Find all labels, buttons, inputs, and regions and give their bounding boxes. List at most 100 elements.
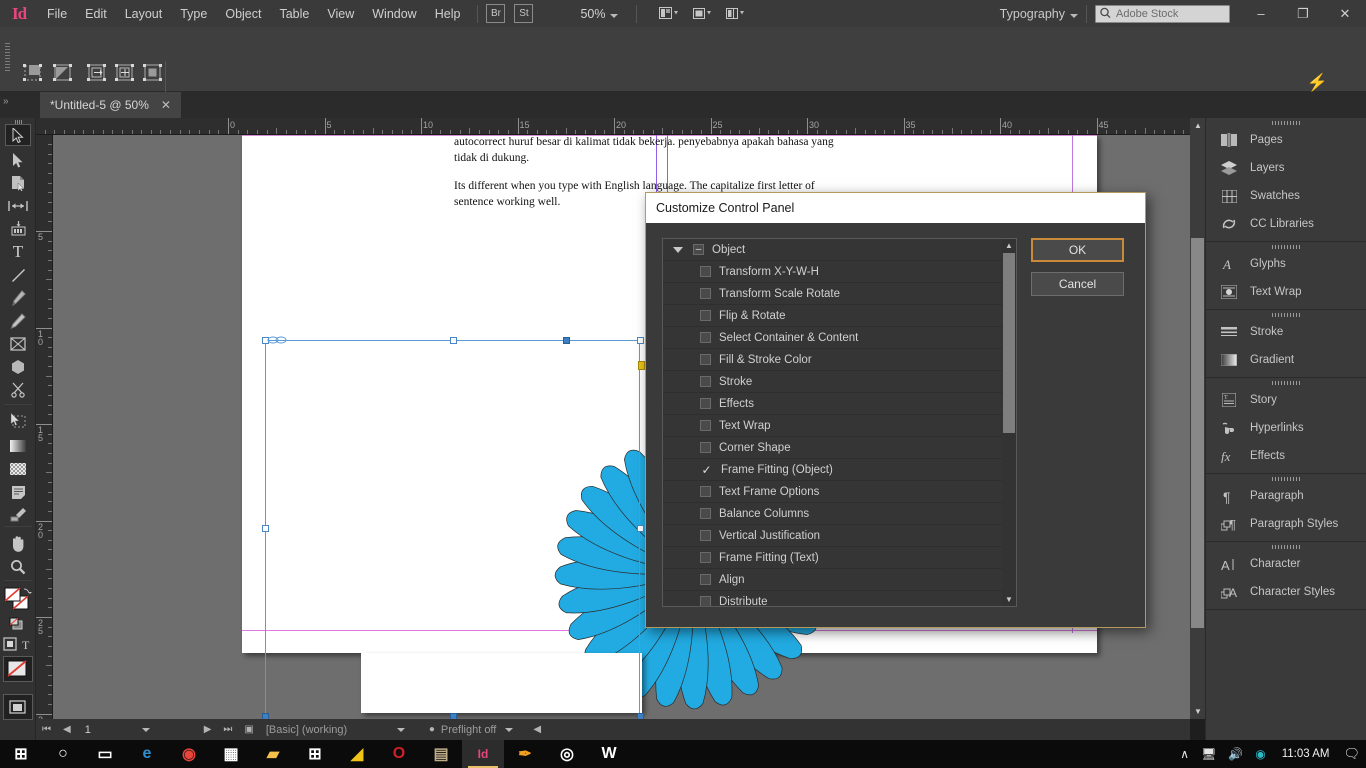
vertical-ruler[interactable]: 51015202530: [36, 135, 53, 719]
adobe-stock-search[interactable]: Adobe Stock: [1095, 4, 1230, 23]
screen-mode-normal[interactable]: [3, 694, 33, 720]
rectangle-frame-tool[interactable]: [5, 333, 31, 355]
opera-icon[interactable]: O: [378, 740, 420, 768]
pen-tool[interactable]: [5, 287, 31, 309]
scroll-down-arrow[interactable]: ▼: [1194, 707, 1202, 716]
tray-chevron-icon[interactable]: ∧: [1174, 747, 1195, 761]
scissors-tool[interactable]: [5, 379, 31, 401]
restore-button[interactable]: ❐: [1282, 0, 1324, 27]
dock-item-layers[interactable]: Layers: [1206, 154, 1366, 182]
free-transform-tool[interactable]: [5, 410, 31, 432]
option-row[interactable]: Fill & Stroke Color: [663, 349, 1016, 371]
zoom-tool[interactable]: [5, 556, 31, 578]
master-page-label[interactable]: [Basic] (working): [260, 724, 392, 736]
option-checkbox[interactable]: [700, 442, 711, 453]
option-checkbox-checked[interactable]: ✓: [700, 463, 713, 477]
option-row[interactable]: Align: [663, 569, 1016, 591]
edge-tray-icon[interactable]: ◉: [1249, 747, 1271, 761]
option-checkbox[interactable]: [700, 310, 711, 321]
page-number-dropdown-icon[interactable]: [141, 727, 150, 732]
option-checkbox[interactable]: [700, 398, 711, 409]
quick-apply-icon[interactable]: ⚡: [1307, 73, 1328, 93]
first-page-icon[interactable]: ⏮: [36, 724, 57, 735]
corel-icon[interactable]: ◎: [546, 740, 588, 768]
prev-page-icon[interactable]: ◀: [57, 724, 77, 735]
dock-group-grip[interactable]: [1206, 542, 1366, 550]
option-row[interactable]: Effects: [663, 393, 1016, 415]
menu-window[interactable]: Window: [363, 3, 425, 25]
dock-item-gradient[interactable]: Gradient: [1206, 346, 1366, 374]
dock-item-hyperlinks[interactable]: Hyperlinks: [1206, 414, 1366, 442]
control-panel-options-list[interactable]: – Object Transform X-Y-W-H Transform Scale …: [662, 238, 1017, 607]
document-tab[interactable]: *Untitled-5 @ 50% ✕: [40, 92, 181, 118]
arrange-documents-icon[interactable]: [725, 6, 745, 21]
option-row[interactable]: Vertical Justification: [663, 525, 1016, 547]
option-row[interactable]: Balance Columns: [663, 503, 1016, 525]
dock-item-paragraph-styles[interactable]: ¶ Paragraph Styles: [1206, 510, 1366, 538]
dock-item-paragraph[interactable]: ¶ Paragraph: [1206, 482, 1366, 510]
line-tool[interactable]: [5, 264, 31, 286]
gap-tool[interactable]: [5, 195, 31, 217]
option-checkbox[interactable]: [700, 332, 711, 343]
dock-group-grip[interactable]: [1206, 310, 1366, 318]
apply-none[interactable]: T: [3, 636, 33, 652]
dock-item-story[interactable]: T Story: [1206, 386, 1366, 414]
option-row[interactable]: Transform Scale Rotate: [663, 283, 1016, 305]
dock-item-stroke[interactable]: Stroke: [1206, 318, 1366, 346]
preflight-dropdown-icon[interactable]: [505, 727, 514, 732]
start-button[interactable]: ⊞: [0, 740, 42, 768]
dialog-list-scrollbar[interactable]: ▲ ▼: [1002, 239, 1016, 606]
page-tool[interactable]: [5, 172, 31, 194]
status-expand-icon[interactable]: ◀: [527, 724, 547, 735]
option-checkbox[interactable]: [700, 288, 711, 299]
microsoft-store-icon[interactable]: ⊞: [294, 740, 336, 768]
option-checkbox[interactable]: [700, 486, 711, 497]
view-options-icon[interactable]: [659, 6, 679, 21]
close-tab-icon[interactable]: ✕: [161, 98, 171, 112]
dock-item-effects[interactable]: fx Effects: [1206, 442, 1366, 470]
menu-table[interactable]: Table: [270, 3, 318, 25]
file-explorer-icon[interactable]: ▰: [252, 740, 294, 768]
chrome-icon[interactable]: ◉: [168, 740, 210, 768]
cortana-search-icon[interactable]: ○: [42, 740, 84, 768]
dock-item-character-styles[interactable]: A Character Styles: [1206, 578, 1366, 606]
dock-item-glyphs[interactable]: A Glyphs: [1206, 250, 1366, 278]
apply-none-swatch[interactable]: [3, 656, 33, 682]
cancel-button[interactable]: Cancel: [1031, 272, 1124, 296]
clock[interactable]: 11:03 AM: [1272, 748, 1340, 760]
direct-selection-tool[interactable]: [5, 149, 31, 171]
dock-group-grip[interactable]: [1206, 118, 1366, 126]
option-checkbox[interactable]: [700, 508, 711, 519]
illustrator-icon[interactable]: ✒: [504, 740, 546, 768]
hand-tool[interactable]: [5, 532, 31, 554]
gradient-feather-tool[interactable]: [5, 458, 31, 480]
option-checkbox[interactable]: [700, 574, 711, 585]
handle-top-center[interactable]: [450, 337, 457, 344]
disclosure-triangle-icon[interactable]: [673, 246, 683, 253]
menu-layout[interactable]: Layout: [116, 3, 172, 25]
option-checkbox[interactable]: [700, 266, 711, 277]
option-row[interactable]: Flip & Rotate: [663, 305, 1016, 327]
master-page-icon[interactable]: ▣: [238, 724, 259, 735]
option-checkbox[interactable]: [700, 420, 711, 431]
option-row[interactable]: Frame Fitting (Text): [663, 547, 1016, 569]
scanner-icon[interactable]: ▤: [420, 740, 462, 768]
dock-item-pages[interactable]: Pages: [1206, 126, 1366, 154]
handle-middle-left[interactable]: [262, 525, 269, 532]
task-view-icon[interactable]: ▭: [84, 740, 126, 768]
expand-panels-icon[interactable]: »: [3, 96, 9, 107]
network-icon[interactable]: 🖥: [1195, 747, 1222, 761]
group-checkbox-mixed[interactable]: –: [693, 244, 704, 255]
menu-file[interactable]: File: [38, 3, 76, 25]
rectangle-tool[interactable]: [5, 356, 31, 378]
fit-content-to-frame-icon[interactable]: [112, 61, 137, 86]
horizontal-ruler[interactable]: 0 5 10 15 20 25 30 35 40 45: [36, 118, 1190, 135]
option-row[interactable]: Stroke: [663, 371, 1016, 393]
pencil-tool[interactable]: [5, 310, 31, 332]
page-number-field[interactable]: 1: [77, 724, 137, 736]
dock-item-cc-libraries[interactable]: CC Libraries: [1206, 210, 1366, 238]
dock-item-character[interactable]: A Character: [1206, 550, 1366, 578]
action-center-icon[interactable]: 🗨: [1339, 746, 1360, 762]
dock-item-text-wrap[interactable]: Text Wrap: [1206, 278, 1366, 306]
word-icon[interactable]: W: [588, 740, 630, 768]
